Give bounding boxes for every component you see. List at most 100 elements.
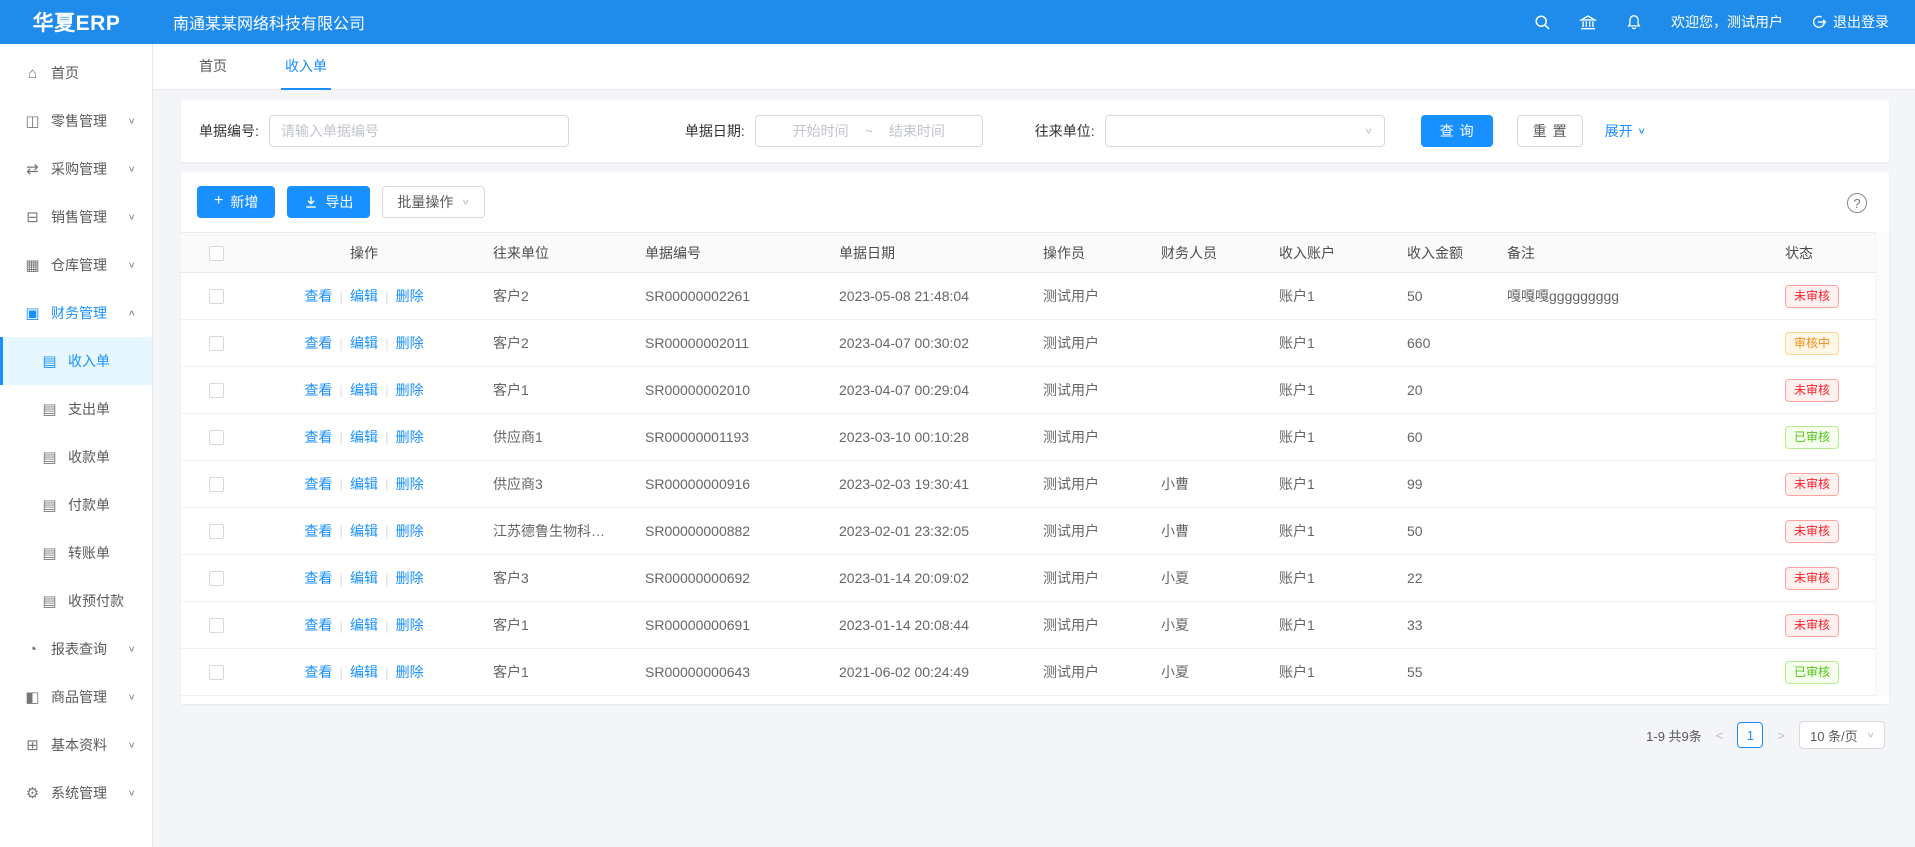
sidebar-item-home[interactable]: ⌂首页 [0, 49, 152, 97]
logout-button[interactable]: 退出登录 [1811, 12, 1889, 32]
action-separator: | [339, 335, 343, 351]
edit-link[interactable]: 编辑 [350, 429, 378, 445]
sidebar-item-expense-bill[interactable]: ▤ 支出单 [0, 385, 152, 433]
row-checkbox-cell [181, 602, 251, 649]
status-cell: 已审核 [1769, 414, 1875, 461]
column-header: 操作员 [1027, 233, 1145, 273]
next-page-button[interactable]: > [1775, 728, 1787, 743]
expand-toggle[interactable]: 展开 ∨ [1605, 121, 1645, 141]
row-checkbox[interactable] [209, 336, 224, 351]
operator-cell: 测试用户 [1027, 414, 1145, 461]
prev-page-button[interactable]: < [1714, 728, 1726, 743]
edit-link[interactable]: 编辑 [350, 617, 378, 633]
sidebar-item-label: 支出单 [68, 399, 152, 419]
bell-icon[interactable] [1625, 13, 1643, 31]
sidebar-item-warehouse-mgmt[interactable]: ▦仓库管理∨ [0, 241, 152, 289]
delete-link[interactable]: 删除 [396, 664, 424, 680]
row-checkbox[interactable] [209, 571, 224, 586]
row-checkbox[interactable] [209, 477, 224, 492]
view-link[interactable]: 查看 [304, 570, 332, 586]
row-checkbox[interactable] [209, 618, 224, 633]
sidebar-item-transfer-bill[interactable]: ▤转账单 [0, 529, 152, 577]
view-link[interactable]: 查看 [304, 429, 332, 445]
vertical-scrollbar[interactable] [1875, 232, 1889, 696]
view-link[interactable]: 查看 [304, 288, 332, 304]
view-link[interactable]: 查看 [304, 617, 332, 633]
search-button[interactable]: 查询 [1421, 115, 1493, 147]
tab-home[interactable]: 首页 [195, 44, 231, 90]
edit-link[interactable]: 编辑 [350, 335, 378, 351]
sidebar-item-advance-receipt[interactable]: ▤收预付款 [0, 577, 152, 625]
search-icon[interactable] [1533, 13, 1551, 31]
bill-date-cell: 2023-01-14 20:09:02 [823, 555, 1027, 602]
select-all-checkbox[interactable] [209, 246, 224, 261]
delete-link[interactable]: 删除 [396, 523, 424, 539]
add-button[interactable]: + 新增 [197, 186, 275, 218]
page-size-select[interactable]: 10 条/页 ∨ [1799, 721, 1885, 749]
amount-cell: 60 [1391, 414, 1491, 461]
sidebar-item-basic-data[interactable]: ⊞基本资料∨ [0, 721, 152, 769]
view-link[interactable]: 查看 [304, 476, 332, 492]
view-link[interactable]: 查看 [304, 335, 332, 351]
date-range-input[interactable]: 开始时间 ~ 结束时间 [755, 115, 983, 147]
action-separator: | [339, 664, 343, 680]
sidebar-item-payment-bill[interactable]: ▤付款单 [0, 481, 152, 529]
delete-link[interactable]: 删除 [396, 429, 424, 445]
bill-no-cell: SR00000002011 [629, 320, 823, 367]
partner-select[interactable]: ∨ [1105, 115, 1385, 147]
table-row: 查看|编辑|删除客户1SR000000020102023-04-07 00:29… [181, 367, 1875, 414]
column-header: 操作 [251, 233, 477, 273]
delete-link[interactable]: 删除 [396, 617, 424, 633]
view-link[interactable]: 查看 [304, 523, 332, 539]
sidebar-item-income-bill[interactable]: ▤收入单 [0, 337, 152, 385]
row-checkbox[interactable] [209, 289, 224, 304]
doc-icon: ▤ [41, 352, 58, 370]
batch-label: 批量操作 [397, 192, 453, 212]
view-link[interactable]: 查看 [304, 664, 332, 680]
edit-link[interactable]: 编辑 [350, 382, 378, 398]
bill-no-cell: SR00000002010 [629, 367, 823, 414]
edit-link[interactable]: 编辑 [350, 476, 378, 492]
doc-icon: ▤ [41, 400, 58, 418]
chevron-down-icon: ∨ [1866, 730, 1875, 739]
table-row: 查看|编辑|删除江苏德鲁生物科技有限...SR000000008822023-0… [181, 508, 1875, 555]
row-checkbox[interactable] [209, 665, 224, 680]
edit-link[interactable]: 编辑 [350, 570, 378, 586]
view-link[interactable]: 查看 [304, 382, 332, 398]
delete-link[interactable]: 删除 [396, 288, 424, 304]
delete-link[interactable]: 删除 [396, 382, 424, 398]
filter-panel: 单据编号: 单据日期: 开始时间 ~ 结束时间 往来单位: ∨ 查询 重置 展开… [181, 100, 1889, 162]
edit-link[interactable]: 编辑 [350, 288, 378, 304]
sidebar-item-purchase-mgmt[interactable]: ⇄采购管理∨ [0, 145, 152, 193]
edit-link[interactable]: 编辑 [350, 523, 378, 539]
delete-link[interactable]: 删除 [396, 570, 424, 586]
tab-income-bill[interactable]: 收入单 [281, 44, 331, 90]
sidebar-item-sales-mgmt[interactable]: ⊟销售管理∨ [0, 193, 152, 241]
bill-date-label: 单据日期: [685, 121, 745, 141]
row-checkbox[interactable] [209, 383, 224, 398]
amount-cell: 20 [1391, 367, 1491, 414]
help-icon[interactable]: ? [1847, 193, 1867, 213]
export-button[interactable]: 导出 [287, 186, 370, 218]
action-separator: | [339, 476, 343, 492]
column-header: 收入金额 [1391, 233, 1491, 273]
current-page-button[interactable]: 1 [1737, 722, 1763, 748]
sidebar-item-report-query[interactable]: ◔报表查询∨ [0, 625, 152, 673]
sidebar-item-system-mgmt[interactable]: ⚙系统管理∨ [0, 769, 152, 817]
batch-actions-button[interactable]: 批量操作 ∨ [382, 186, 484, 218]
sidebar-item-finance-mgmt[interactable]: ▣财务管理∧ [0, 289, 152, 337]
purchase-icon: ⇄ [24, 160, 41, 178]
row-checkbox[interactable] [209, 524, 224, 539]
delete-link[interactable]: 删除 [396, 476, 424, 492]
reset-button[interactable]: 重置 [1517, 115, 1583, 147]
row-checkbox[interactable] [209, 430, 224, 445]
download-icon [304, 195, 318, 209]
sales-icon: ⊟ [24, 208, 41, 226]
sidebar-item-receipt-bill[interactable]: ▤收款单 [0, 433, 152, 481]
sidebar-item-retail-mgmt[interactable]: ◫零售管理∨ [0, 97, 152, 145]
sidebar-item-goods-mgmt[interactable]: ◧商品管理∨ [0, 673, 152, 721]
delete-link[interactable]: 删除 [396, 335, 424, 351]
bill-no-input[interactable] [269, 115, 569, 147]
edit-link[interactable]: 编辑 [350, 664, 378, 680]
bank-icon[interactable] [1579, 13, 1597, 31]
